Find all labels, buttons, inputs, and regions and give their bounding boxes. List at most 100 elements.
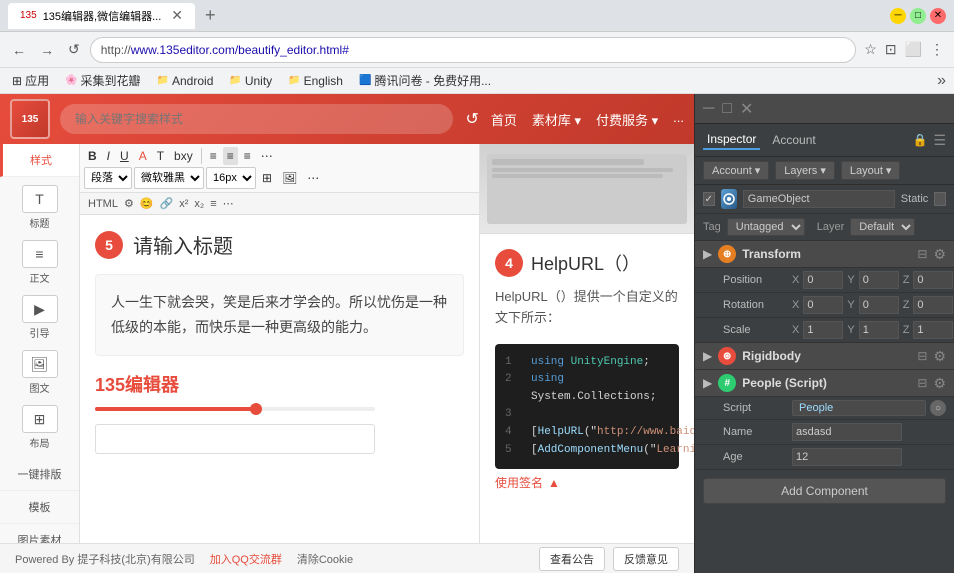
more2-btn[interactable]: ⋯ [303, 169, 323, 187]
layer-dropdown[interactable]: Default [850, 218, 915, 236]
inspector-menu-icon[interactable]: ☰ [933, 132, 946, 149]
tab-inspector[interactable]: Inspector [703, 130, 760, 150]
rot-z-input[interactable] [913, 296, 953, 314]
icon-btn-layout[interactable]: ⊞ 布局 [10, 401, 70, 454]
nav-services[interactable]: 付费服务 ▾ [596, 110, 658, 129]
add-component-btn[interactable]: Add Component [703, 478, 946, 504]
pos-z-input[interactable] [913, 271, 953, 289]
sidebar-item-images[interactable]: 图片素材 [0, 524, 79, 543]
footer-cookie-link[interactable]: 清除Cookie [297, 551, 353, 567]
rot-y-input[interactable] [859, 296, 899, 314]
bookmark-english[interactable]: 📁 English [284, 72, 347, 90]
transform-gear-icon[interactable]: ⚙ [933, 246, 946, 263]
inspector-lock-icon[interactable]: 🔒 [912, 133, 927, 147]
rot-x-input[interactable] [803, 296, 843, 314]
account-dropdown[interactable]: Account ▾ [703, 161, 769, 180]
browser-tab[interactable]: 135 135编辑器,微信编辑器... ✕ [8, 3, 195, 29]
superscript-icon[interactable]: x² [179, 198, 188, 210]
gameobject-checkbox[interactable] [703, 192, 715, 206]
align-left-btn[interactable]: ≡ [206, 147, 221, 165]
nav-home[interactable]: 首页 [491, 110, 517, 129]
rigidbody-header[interactable]: ▶ ⊛ Rigidbody ⊟ ⚙ [695, 343, 954, 370]
gameobject-name-input[interactable] [743, 190, 895, 208]
font-color-btn[interactable]: A [135, 147, 151, 165]
new-tab-btn[interactable]: + [199, 5, 222, 26]
script-gear-icon[interactable]: ⚙ [933, 375, 946, 392]
sidebar-item-style[interactable]: 样式 [0, 144, 79, 177]
script-ref-field[interactable]: People [792, 400, 926, 416]
transform-copy-icon[interactable]: ⊟ [917, 247, 927, 261]
star-icon[interactable]: ☆ [862, 39, 879, 60]
inspector-close[interactable]: ✕ [740, 99, 753, 119]
layers-dropdown[interactable]: Layers ▾ [775, 161, 835, 180]
link-icon[interactable]: 🔗 [160, 197, 174, 210]
back-btn[interactable]: ← [8, 40, 30, 60]
font-select[interactable]: 微软雅黑 [134, 167, 204, 189]
rigidbody-copy-icon[interactable]: ⊟ [917, 349, 927, 363]
slider-area[interactable] [95, 407, 464, 411]
scale-z-input[interactable] [913, 321, 953, 339]
editor-content-area[interactable]: 5 请输入标题 人一生下就会哭，笑是后来才学会的。所以忧伤是一种低级的本能，而快… [80, 215, 479, 543]
script-copy-icon[interactable]: ⊟ [917, 376, 927, 390]
address-bar[interactable]: http://www.135editor.com/beautify_editor… [90, 37, 857, 63]
people-script-header[interactable]: ▶ # People (Script) ⊟ ⚙ [695, 370, 954, 397]
inspector-minimize[interactable]: ─ [703, 100, 714, 118]
maximize-btn[interactable]: □ [910, 8, 926, 24]
sign-area[interactable]: 使用签名 ▲ [495, 474, 679, 491]
tab-close-btn[interactable]: ✕ [171, 7, 183, 24]
inspector-maximize[interactable]: □ [722, 100, 732, 118]
menu-icon[interactable]: ⋮ [928, 39, 946, 60]
italic-btn[interactable]: I [103, 147, 114, 165]
search-refresh-icon[interactable]: ↺ [463, 107, 480, 131]
icon-btn-text[interactable]: ≡ 正文 [10, 236, 70, 289]
tab-account[interactable]: Account [768, 131, 819, 149]
script-select-btn[interactable]: ○ [930, 400, 946, 416]
sidebar-item-oneclick[interactable]: 一键排版 [0, 458, 79, 491]
content-text-area[interactable]: 人一生下就会哭，笑是后来才学会的。所以忧伤是一种低级的本能，而快乐是一种更高级的… [95, 274, 464, 356]
layout-dropdown[interactable]: Layout ▾ [841, 161, 901, 180]
tag-dropdown[interactable]: Untagged [727, 218, 805, 236]
right-content[interactable]: 4 HelpURL（） HelpURL（）提供一个自定义的文下所示： 1 usi… [480, 234, 694, 543]
more-btn[interactable]: ⋯ [257, 147, 277, 165]
nav-more[interactable]: ... [673, 110, 684, 129]
size-select[interactable]: 16px [206, 167, 256, 189]
cast-icon[interactable]: ⊡ [883, 39, 899, 60]
subscript-icon[interactable]: x₂ [194, 198, 204, 210]
name-field-input[interactable] [792, 423, 902, 441]
bookmarks-more-btn[interactable]: » [937, 72, 946, 90]
underline-btn[interactable]: U [116, 147, 133, 165]
footer-qq-link[interactable]: 加入QQ交流群 [210, 551, 282, 567]
text-input-box[interactable] [95, 424, 375, 454]
transform-header[interactable]: ▶ ⊕ Transform ⊟ ⚙ [695, 241, 954, 268]
close-btn[interactable]: ✕ [930, 8, 946, 24]
img-insert-btn[interactable]: 🖼 [278, 169, 301, 187]
sidebar-item-template[interactable]: 模板 [0, 491, 79, 524]
nav-materials[interactable]: 素材库 ▾ [532, 110, 581, 129]
forward-btn[interactable]: → [36, 40, 58, 60]
bookmark-android[interactable]: 📁 Android [153, 72, 218, 90]
feedback-btn[interactable]: 反馈意见 [613, 547, 679, 571]
more-icon[interactable]: ⋯ [223, 197, 234, 210]
age-field-input[interactable] [792, 448, 902, 466]
slider-thumb[interactable] [250, 403, 262, 415]
icon-btn-guide[interactable]: ▶ 引导 [10, 291, 70, 344]
align-center-btn[interactable]: ≡ [223, 147, 238, 165]
minimize-btn[interactable]: ─ [890, 8, 906, 24]
screenshot-icon[interactable]: ⬜ [903, 39, 924, 60]
pos-x-input[interactable] [803, 271, 843, 289]
table-btn[interactable]: ⊞ [258, 169, 276, 187]
scale-y-input[interactable] [859, 321, 899, 339]
view-ad-btn[interactable]: 查看公告 [539, 547, 605, 571]
text-style-btn[interactable]: T [153, 147, 168, 165]
scale-x-input[interactable] [803, 321, 843, 339]
icon-btn-title[interactable]: T 标题 [10, 181, 70, 234]
bookmark-tencent[interactable]: 🟦 腾讯问卷 - 免费好用... [355, 70, 495, 91]
paragraph-select[interactable]: 段落 [84, 167, 132, 189]
emoji-icon[interactable]: 😊 [140, 197, 154, 210]
sub-sup-btn[interactable]: bxy [170, 147, 197, 165]
bold-btn[interactable]: B [84, 147, 101, 165]
icon-btn-img[interactable]: 🖼 图文 [10, 346, 70, 399]
align-right-btn[interactable]: ≡ [240, 147, 255, 165]
refresh-btn[interactable]: ↺ [64, 39, 84, 60]
apps-bookmark[interactable]: ⊞ 应用 [8, 70, 53, 91]
